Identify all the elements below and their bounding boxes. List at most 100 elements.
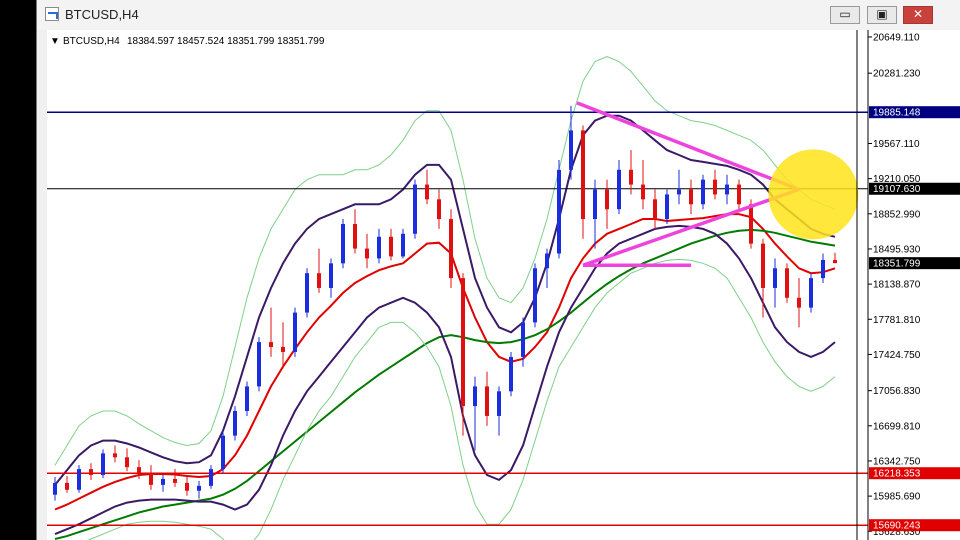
bollinger-outer-upper-line: [54, 56, 836, 466]
candle-body: [209, 469, 213, 486]
candle-body: [557, 169, 561, 254]
candle-body: [65, 482, 69, 490]
chart-menu-glyph[interactable]: ▼: [50, 36, 60, 47]
moving-average-line: [54, 228, 836, 540]
y-tick-label: 17781.810: [873, 315, 921, 326]
candle-body: [353, 223, 357, 249]
candle-body: [137, 467, 141, 474]
candle-body: [401, 233, 405, 257]
candle-body: [341, 223, 345, 264]
bollinger-lower-line: [54, 224, 836, 536]
candle-body: [545, 253, 549, 269]
chart-window-icon: [45, 7, 59, 21]
y-tick-label: 20281.230: [873, 69, 921, 80]
candle-body: [269, 342, 273, 348]
candle-body: [425, 184, 429, 200]
price-tag-label: 18351.799: [873, 259, 921, 270]
price-tag-label: 15690.243: [873, 521, 921, 532]
candle-body: [749, 204, 753, 244]
candle-body: [413, 184, 417, 234]
candle-body: [833, 259, 837, 264]
candlestick-chart[interactable]: 20649.11020281.23019567.11019210.0501885…: [47, 30, 960, 540]
y-tick-label: 17424.750: [873, 350, 921, 361]
y-tick-label: 19567.110: [873, 139, 920, 150]
candle-body: [317, 273, 321, 288]
candle-body: [593, 189, 597, 220]
candle-body: [197, 485, 201, 491]
candle-body: [713, 179, 717, 195]
y-tick-label: 20649.110: [873, 32, 920, 43]
y-tick-label: 16342.750: [873, 456, 921, 467]
candle-body: [533, 268, 537, 323]
moving-average-line: [54, 213, 836, 511]
maximize-button[interactable]: ▣: [867, 6, 897, 24]
symbol-label: BTCUSD,H4: [63, 36, 120, 47]
candle-body: [101, 453, 105, 476]
candle-body: [773, 268, 777, 288]
candle-body: [293, 312, 297, 352]
y-tick-label: 18852.990: [873, 209, 921, 220]
bollinger-upper-line: [54, 114, 836, 486]
price-lines-layer: [47, 111, 868, 526]
candle-body: [629, 169, 633, 185]
candle-body: [677, 189, 681, 195]
candle-body: [365, 248, 369, 259]
chart-window: BTCUSD,H4 ▭ ▣ ✕ 20649.110 20281.230 19567.…: [36, 0, 960, 540]
candle-body: [809, 278, 813, 308]
y-tick-label: 15985.690: [873, 492, 921, 503]
candle-body: [785, 268, 789, 298]
candle-body: [701, 179, 705, 205]
candle-body: [725, 184, 729, 195]
y-tick-label: 17056.830: [873, 386, 921, 397]
y-tick-label: 18495.930: [873, 244, 921, 255]
y-tick-label: 18138.870: [873, 280, 921, 291]
candle-body: [161, 478, 165, 485]
candle-body: [605, 189, 609, 210]
candle-body: [617, 169, 621, 210]
candle-body: [485, 386, 489, 416]
candle-body: [329, 263, 333, 288]
candle-body: [149, 473, 153, 485]
candle-body: [221, 435, 225, 470]
candle-body: [125, 457, 129, 468]
candle-body: [497, 391, 501, 416]
candle-body: [473, 386, 477, 407]
candle-body: [581, 130, 585, 220]
candle-body: [449, 219, 453, 279]
candle-body: [653, 199, 657, 220]
window-titlebar[interactable]: BTCUSD,H4 ▭ ▣ ✕: [37, 0, 960, 30]
highlight-circle: [768, 149, 859, 240]
candle-body: [641, 184, 645, 200]
ohlc-readout: 18384.597 18457.524 18351.799 18351.799: [127, 36, 325, 47]
candle-body: [761, 243, 765, 288]
candle-body: [437, 199, 441, 220]
candle-body: [89, 469, 93, 476]
price-tag-label: 19107.630: [873, 184, 921, 195]
candle-body: [185, 482, 189, 491]
candle-body: [461, 278, 465, 407]
candle-body: [821, 259, 825, 279]
candle-body: [233, 411, 237, 436]
candle-body: [77, 469, 81, 490]
candle-body: [305, 273, 309, 313]
indicator-layer: [54, 56, 836, 540]
minimize-button[interactable]: ▭: [830, 6, 860, 24]
candle-body: [569, 130, 573, 170]
chart-area[interactable]: 20649.110 20281.230 19567.110 19210.050 1885…: [47, 30, 960, 540]
price-tag-label: 19885.148: [873, 108, 921, 119]
close-button[interactable]: ✕: [903, 6, 933, 24]
left-black-bar: [0, 0, 36, 540]
candle-body: [257, 342, 261, 387]
candle-body: [689, 189, 693, 205]
bollinger-outer-lower-line: [87, 258, 836, 540]
trendline: [576, 101, 800, 192]
candle-body: [737, 184, 741, 205]
y-tick-label: 16699.810: [873, 421, 921, 432]
candle-body: [113, 453, 117, 458]
candle-body: [281, 347, 285, 352]
candle-body: [521, 322, 525, 357]
candle-body: [797, 297, 801, 308]
price-tag-label: 16218.353: [873, 469, 921, 480]
candle-body: [665, 194, 669, 220]
candle-body: [173, 478, 177, 483]
